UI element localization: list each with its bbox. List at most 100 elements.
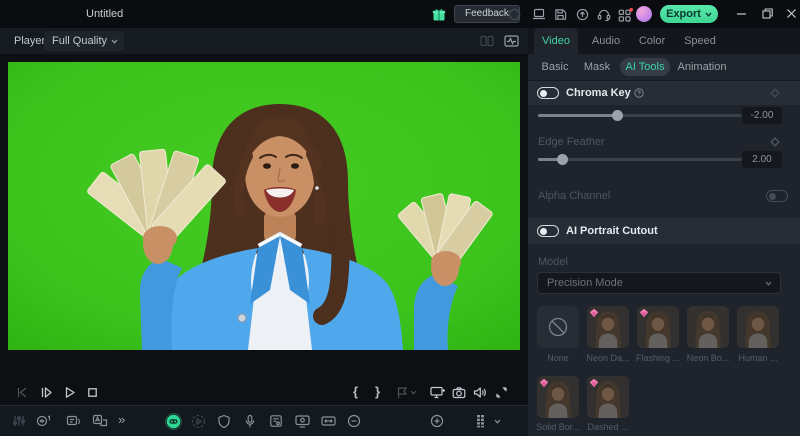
subtab-ai-tools[interactable]: AI Tools (620, 58, 670, 76)
stop-button[interactable] (86, 386, 99, 399)
user-avatar[interactable] (636, 6, 652, 22)
split-screen-icon[interactable] (480, 35, 494, 47)
more-tools-icon[interactable]: » (118, 412, 125, 427)
video-frame (8, 62, 520, 350)
apps-grid-icon[interactable] (618, 8, 633, 22)
alpha-channel-toggle[interactable] (766, 190, 788, 202)
quality-dropdown[interactable]: Full Quality (44, 31, 124, 51)
tab-audio[interactable]: Audio (584, 28, 628, 54)
mark-in-button[interactable]: { (353, 384, 358, 399)
ai-portrait-toggle[interactable] (537, 225, 559, 237)
ai-assistant-icon[interactable] (165, 413, 182, 430)
fit-timeline-icon[interactable] (321, 414, 336, 428)
tab-speed[interactable]: Speed (676, 28, 724, 54)
microphone-icon[interactable] (243, 414, 257, 429)
preset-tile[interactable] (587, 306, 629, 348)
filmora-app: Untitled Feedback Export Player Full Qua… (0, 0, 800, 436)
previous-frame-button[interactable] (16, 386, 29, 399)
edge-feather-keyframe-icon[interactable] (770, 137, 780, 147)
voice-to-text-icon[interactable] (36, 414, 52, 429)
notification-dot (629, 8, 633, 12)
mark-out-button[interactable]: } (375, 384, 380, 399)
model-label: Model (538, 256, 568, 268)
preset-tile[interactable] (637, 306, 679, 348)
maximize-button[interactable] (762, 8, 773, 19)
render-preview-icon[interactable] (191, 414, 206, 429)
preset-none[interactable] (537, 306, 579, 348)
gift-icon[interactable] (432, 8, 446, 21)
marker-chevron-icon[interactable] (410, 390, 417, 395)
tab-color[interactable]: Color (630, 28, 674, 54)
preset-tile[interactable] (737, 306, 779, 348)
minimize-button[interactable] (736, 8, 747, 19)
save-icon[interactable] (554, 8, 567, 21)
model-chevron-icon (765, 281, 772, 286)
track-manager-icon[interactable] (476, 414, 489, 428)
properties-panel: Video Audio Color Speed Basic Mask AI To… (528, 28, 800, 436)
pro-badge-icon (589, 308, 599, 318)
preset-tile[interactable] (537, 376, 579, 418)
preset-label: Flashing ... (635, 353, 681, 363)
chroma-key-info-icon[interactable] (634, 88, 644, 98)
step-forward-button[interactable] (40, 386, 53, 399)
edge-feather-slider-handle[interactable] (557, 154, 568, 165)
preset-label: Neon Bo... (686, 353, 730, 363)
chroma-key-value[interactable]: -2.00 (742, 107, 782, 124)
chroma-key-toggle[interactable] (537, 87, 559, 99)
device-preview-icon[interactable] (532, 8, 546, 20)
subtab-basic[interactable]: Basic (536, 54, 574, 80)
alpha-channel-label: Alpha Channel (538, 190, 611, 202)
mirror-preview-button[interactable] (430, 386, 445, 399)
none-icon (548, 317, 568, 337)
pro-badge-icon (539, 378, 549, 388)
pro-badge-icon (639, 308, 649, 318)
edge-feather-value[interactable]: 2.00 (742, 151, 782, 168)
play-button[interactable] (63, 386, 76, 399)
preview-area[interactable] (0, 54, 528, 358)
preset-label: None (547, 353, 569, 363)
preset-label: Solid Bor... (536, 422, 580, 432)
shield-icon[interactable] (217, 414, 231, 429)
marker-button[interactable] (396, 386, 408, 399)
scope-monitor-icon[interactable] (504, 35, 519, 47)
subtab-animation[interactable]: Animation (674, 54, 730, 80)
player-bar: Player Full Quality (0, 28, 528, 54)
close-button[interactable] (786, 8, 797, 19)
preset-label: Human ... (738, 353, 778, 363)
support-icon[interactable] (597, 8, 611, 21)
transport-controls: { } (0, 382, 528, 405)
edge-feather-slider[interactable] (538, 158, 742, 161)
player-label: Player (14, 35, 46, 47)
preset-tile[interactable] (687, 306, 729, 348)
ai-portrait-label: AI Portrait Cutout (566, 225, 658, 237)
upload-icon[interactable] (576, 8, 589, 21)
chroma-key-section: Chroma Key (528, 81, 800, 105)
zoom-out-icon[interactable] (347, 414, 361, 428)
mute-button[interactable] (473, 386, 487, 399)
notes-icon[interactable] (269, 414, 283, 428)
text-to-speech-icon[interactable] (66, 414, 82, 429)
track-manager-chevron-icon[interactable] (494, 419, 501, 424)
subtab-mask[interactable]: Mask (578, 54, 616, 80)
preset-tile[interactable] (587, 376, 629, 418)
preset-label: Dashed ... (587, 422, 629, 432)
fullscreen-button[interactable] (495, 386, 508, 399)
edge-feather-label: Edge Feather (538, 136, 605, 148)
record-status-icon[interactable] (508, 8, 521, 21)
chroma-key-slider-handle[interactable] (612, 110, 623, 121)
translate-icon[interactable] (92, 414, 108, 429)
audio-mixer-icon[interactable] (12, 414, 26, 428)
model-value: Precision Mode (547, 277, 623, 289)
snapshot-button[interactable] (452, 386, 466, 399)
export-label: Export (666, 8, 701, 20)
ai-portrait-section: AI Portrait Cutout (528, 218, 800, 244)
chroma-key-label: Chroma Key (566, 87, 631, 99)
zoom-in-icon[interactable] (430, 414, 444, 428)
quality-chevron-icon (111, 39, 118, 44)
model-dropdown[interactable]: Precision Mode (537, 272, 781, 294)
tab-video[interactable]: Video (534, 28, 578, 54)
export-chevron-icon (705, 12, 712, 17)
chroma-key-keyframe-icon[interactable] (770, 88, 780, 98)
screen-share-icon[interactable] (295, 414, 310, 428)
export-button[interactable]: Export (660, 5, 718, 23)
